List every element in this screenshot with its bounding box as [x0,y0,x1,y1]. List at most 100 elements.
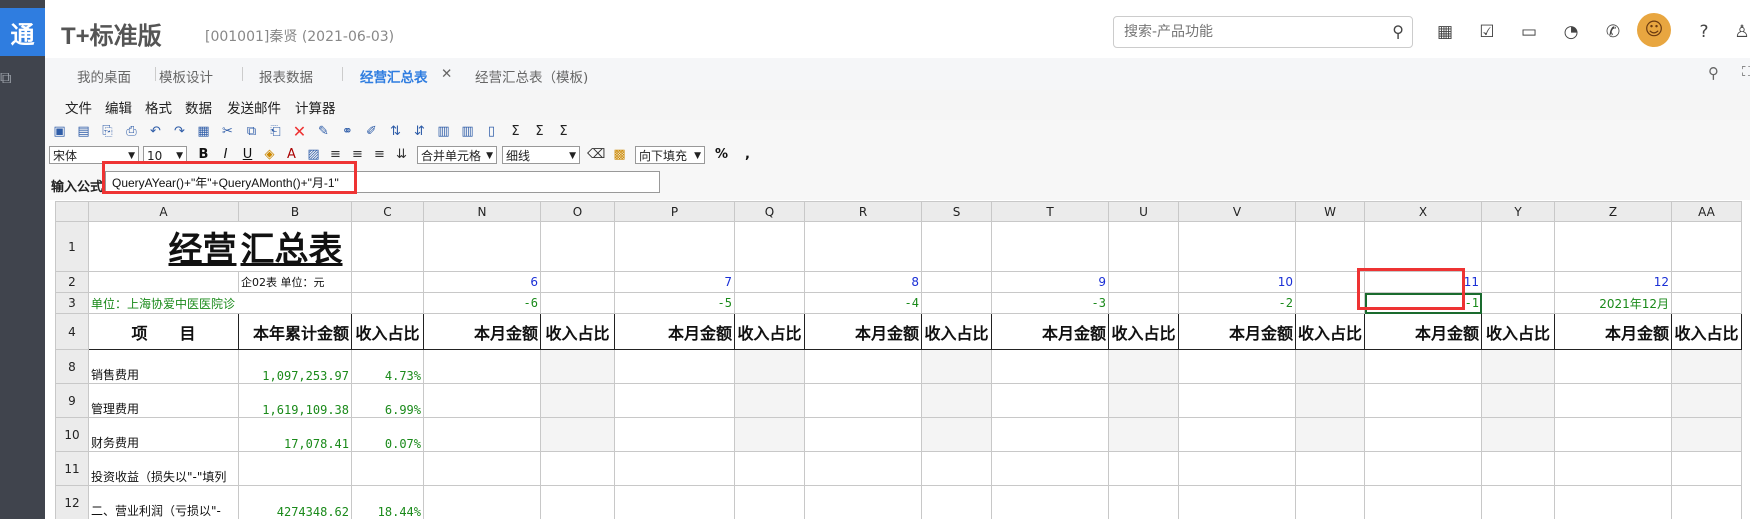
cell[interactable] [734,221,805,272]
cell[interactable] [991,383,1109,418]
cell[interactable] [540,451,615,486]
find-icon[interactable]: ⚭ [339,124,356,140]
header-month[interactable]: 本月金额 [804,313,922,350]
cell[interactable] [1178,485,1296,519]
cell[interactable] [921,271,992,293]
col-header[interactable]: B [238,201,352,222]
ratio-value[interactable]: 4.73% [351,349,424,384]
cell[interactable] [1108,485,1179,519]
copy-icon[interactable]: ⧉ [243,124,260,140]
cell[interactable] [1481,451,1556,486]
cell[interactable] [734,451,805,486]
cell[interactable] [804,349,922,384]
help-icon[interactable]: ? [1692,20,1716,44]
sort-asc-icon[interactable]: ⇅ [387,124,404,140]
cell[interactable] [1481,485,1556,519]
cell[interactable] [1671,451,1743,486]
cut-icon[interactable]: ✂ [219,124,236,140]
save-all-icon[interactable]: ▤ [75,124,92,140]
row-header[interactable]: 11 [55,451,89,486]
col-header[interactable]: P [614,201,735,222]
delete-icon[interactable]: ✕ [291,124,308,140]
sheet-title-part1[interactable]: 经营 [88,221,239,272]
row-label[interactable]: 管理费用 [88,383,239,418]
header-item[interactable]: 项 目 [88,313,239,350]
cell[interactable] [921,292,992,314]
col-header[interactable]: O [540,201,615,222]
unit-cell[interactable]: 企02表 单位：元 [238,271,352,293]
cell[interactable] [1671,292,1743,314]
row-header[interactable]: 3 [55,292,89,314]
clipboard-icon[interactable]: ▥ [435,124,452,140]
month-number-cell[interactable]: 9 [991,271,1109,293]
cell[interactable] [423,349,541,384]
format-painter-icon[interactable]: ▩ [611,147,628,163]
undo-icon[interactable]: ↶ [147,124,164,140]
row-header[interactable]: 1 [55,221,89,272]
col-header[interactable]: A [88,201,239,222]
row-label[interactable]: 销售费用 [88,349,239,384]
tab-close-icon[interactable]: ✕ [441,66,452,82]
cell[interactable] [1671,417,1743,452]
cell[interactable] [1178,451,1296,486]
offset-cell[interactable]: -2 [1178,292,1296,314]
header-month[interactable]: 本月金额 [423,313,541,350]
user-icon[interactable]: ♙ [1730,20,1750,44]
checklist-icon[interactable]: ☑ [1475,20,1499,44]
cell[interactable] [1108,451,1179,486]
cell[interactable] [804,451,922,486]
cell[interactable] [734,417,805,452]
cell[interactable] [991,221,1109,272]
search-input[interactable] [1122,17,1376,47]
ytd-amount[interactable]: 4274348.62 [238,485,352,519]
cell[interactable] [540,485,615,519]
cell[interactable] [614,349,735,384]
paste-icon[interactable]: ⎗ [267,124,284,140]
row-header[interactable]: 10 [55,417,89,452]
cell[interactable] [991,485,1109,519]
cell[interactable] [991,417,1109,452]
month-number-cell[interactable]: 10 [1178,271,1296,293]
row-header[interactable]: 12 [55,485,89,519]
header-ratio[interactable]: 收入占比 [734,313,805,350]
cell[interactable] [88,271,239,293]
month-number-cell[interactable]: 6 [423,271,541,293]
cell[interactable] [1178,221,1296,272]
row-label[interactable]: 二、营业利润（亏损以"- [88,485,239,519]
message-icon[interactable]: ▭ [1517,20,1541,44]
merge-select[interactable]: 合并单元格 ▼ [417,146,497,164]
cell[interactable] [734,292,805,314]
month-number-cell[interactable]: 8 [804,271,922,293]
cell[interactable] [921,485,992,519]
header-ratio[interactable]: 收入占比 [1671,313,1743,350]
col-header[interactable]: S [921,201,992,222]
menu-edit[interactable]: 编辑 [105,97,132,117]
cell[interactable] [1294,383,1366,418]
cell[interactable] [1554,451,1673,486]
phone-icon[interactable]: ✆ [1601,20,1625,44]
cell[interactable] [921,349,992,384]
corner-cell[interactable] [55,201,89,222]
menu-data[interactable]: 数据 [185,97,212,117]
cell[interactable] [804,417,922,452]
cell[interactable] [734,349,805,384]
ytd-amount[interactable] [238,451,352,486]
cell[interactable] [1294,485,1366,519]
cell[interactable] [540,292,615,314]
clipboard2-icon[interactable]: ▥ [459,124,476,140]
ratio-value[interactable]: 18.44% [351,485,424,519]
ratio-value[interactable]: 0.07% [351,417,424,452]
cell[interactable] [1294,349,1366,384]
cell[interactable] [1178,383,1296,418]
menu-calculator[interactable]: 计算器 [295,97,336,117]
grid-icon[interactable]: ▦ [195,124,212,140]
cell[interactable] [1554,349,1673,384]
cell[interactable] [1671,221,1743,272]
save-icon[interactable]: ▣ [51,124,68,140]
cell[interactable] [1554,417,1673,452]
header-ratio[interactable]: 收入占比 [1108,313,1179,350]
offset-cell[interactable]: -4 [804,292,922,314]
col-header[interactable]: U [1108,201,1179,222]
header-month[interactable]: 本月金额 [1364,313,1483,350]
sum-col-icon[interactable]: Σ [555,124,572,140]
